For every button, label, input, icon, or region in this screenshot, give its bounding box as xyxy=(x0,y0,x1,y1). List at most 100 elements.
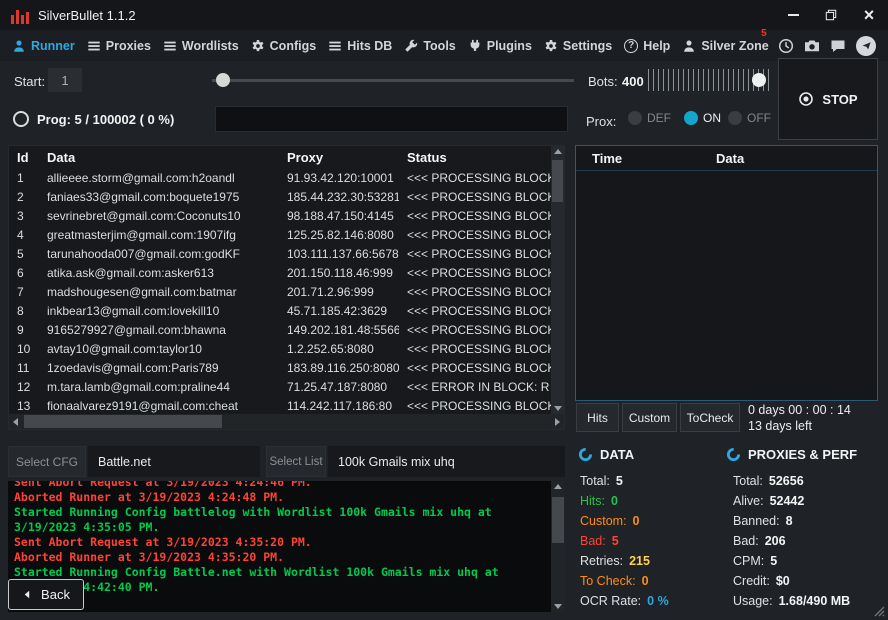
scroll-down-icon[interactable] xyxy=(554,406,562,411)
cell-proxy: 201.150.118.46:999 xyxy=(279,264,399,283)
table-row[interactable]: 4 greatmasterjim@gmail.com:1907ifg 125.2… xyxy=(9,226,551,245)
log-scrollbar[interactable] xyxy=(551,481,565,612)
question-icon xyxy=(624,39,638,53)
tab-tocheck-results[interactable]: ToCheck xyxy=(680,403,740,432)
column-header-data: Data xyxy=(716,146,744,170)
proxies-stats-title: PROXIES & PERF xyxy=(748,447,857,462)
cell-id: 9 xyxy=(9,321,39,340)
tab-help[interactable]: Help xyxy=(618,30,676,61)
tab-silver-zone[interactable]: 5 Silver Zone xyxy=(676,30,774,61)
stat-label: Bad: xyxy=(580,534,606,548)
proxy-mode-def-label: DEF xyxy=(647,111,671,125)
tab-tools[interactable]: Tools xyxy=(398,30,461,61)
stop-button[interactable]: STOP xyxy=(778,58,878,140)
cell-id: 12 xyxy=(9,378,39,397)
title-bar: SilverBullet 1.1.2 × xyxy=(0,0,888,30)
bots-slider[interactable] xyxy=(648,69,770,91)
tab-wordlists[interactable]: Wordlists xyxy=(157,30,245,61)
column-header-data: Data xyxy=(39,146,279,169)
stat-label: Total: xyxy=(733,474,763,488)
stat-value: 0 xyxy=(633,514,640,528)
results-horizontal-scrollbar[interactable] xyxy=(9,414,564,429)
stat-value: 5 xyxy=(612,534,619,548)
cell-status: <<< PROCESSING BLOCK xyxy=(399,169,551,188)
table-row[interactable]: 7 madshougesen@gmail.com:batmar 201.71.2… xyxy=(9,283,551,302)
timer-remaining: 13 days left xyxy=(748,418,851,434)
chat-icon[interactable] xyxy=(830,38,846,54)
scrollbar-thumb[interactable] xyxy=(24,415,222,428)
stat-row: Alive: 52442 xyxy=(733,491,850,511)
minimize-button[interactable] xyxy=(774,0,812,30)
scrollbar-thumb[interactable] xyxy=(552,497,564,543)
stat-row: Total: 52656 xyxy=(733,471,850,491)
table-row[interactable]: 5 tarunahooda007@gmail.com:godKF 103.111… xyxy=(9,245,551,264)
tab-settings[interactable]: Settings xyxy=(538,30,618,61)
stat-row: Credit: $0 xyxy=(733,571,850,591)
history-clock-icon[interactable] xyxy=(778,38,794,54)
table-row[interactable]: 8 inkbear13@gmail.com:lovekill10 45.71.1… xyxy=(9,302,551,321)
cell-data: allieeee.storm@gmail.com:h2oandl xyxy=(39,169,279,188)
tab-proxies[interactable]: Proxies xyxy=(81,30,157,61)
scroll-up-icon[interactable] xyxy=(554,484,562,489)
capture-grid-header: Time Data xyxy=(576,146,877,171)
cell-status: <<< PROCESSING BLOCK xyxy=(399,397,551,414)
table-row[interactable]: 13 fionaalvarez9191@gmail.com:cheat 114.… xyxy=(9,397,551,414)
stat-value: 0 % xyxy=(647,594,669,608)
proxy-mode-on[interactable]: ON xyxy=(684,111,721,125)
cell-proxy: 185.44.232.30:53281 xyxy=(279,188,399,207)
camera-icon[interactable] xyxy=(804,38,820,54)
results-vertical-scrollbar[interactable] xyxy=(551,146,564,414)
ring-chart-icon xyxy=(726,447,741,462)
table-row[interactable]: 10 avtay10@gmail.com:taylor10 1.2.252.65… xyxy=(9,340,551,359)
selected-wordlist-field[interactable]: 100k Gmails mix uhq xyxy=(328,446,565,477)
proxy-mode-off[interactable]: OFF xyxy=(728,111,771,125)
log-line: Started Running Config Battle.net with W… xyxy=(14,565,534,595)
cell-proxy: 201.71.2.96:999 xyxy=(279,283,399,302)
cell-status: <<< PROCESSING BLOCK xyxy=(399,283,551,302)
tab-plugins[interactable]: Plugins xyxy=(462,30,538,61)
table-row[interactable]: 3 sevrinebret@gmail.com:Coconuts10 98.18… xyxy=(9,207,551,226)
table-row[interactable]: 11 1zoedavis@gmail.com:Paris789 183.89.1… xyxy=(9,359,551,378)
runner-timer: 0 days 00 : 00 : 14 13 days left xyxy=(748,402,851,434)
notification-badge: 5 xyxy=(761,28,767,39)
gear-icon xyxy=(251,39,265,53)
telegram-send-icon[interactable] xyxy=(856,36,876,56)
log-line: Started Running Config battlelog with Wo… xyxy=(14,505,534,535)
cell-status: <<< ERROR IN BLOCK: R xyxy=(399,378,551,397)
scroll-left-icon[interactable] xyxy=(13,418,18,426)
start-slider-thumb[interactable] xyxy=(216,73,230,87)
scroll-right-icon[interactable] xyxy=(555,418,560,426)
selected-config-field[interactable]: Battle.net xyxy=(88,446,260,477)
cell-id: 4 xyxy=(9,226,39,245)
tab-hits-results[interactable]: Hits xyxy=(576,403,619,432)
table-row[interactable]: 9 9165279927@gmail.com:bhawna 149.202.18… xyxy=(9,321,551,340)
proxy-mode-def[interactable]: DEF xyxy=(628,111,671,125)
maximize-button[interactable] xyxy=(812,0,850,30)
stat-value: $0 xyxy=(776,574,790,588)
tab-custom-results[interactable]: Custom xyxy=(622,403,677,432)
start-input[interactable] xyxy=(48,68,82,92)
scrollbar-thumb[interactable] xyxy=(552,160,563,202)
scroll-up-icon[interactable] xyxy=(554,149,562,154)
table-row[interactable]: 12 m.tara.lamb@gmail.com:praline44 71.25… xyxy=(9,378,551,397)
scroll-down-icon[interactable] xyxy=(554,604,562,609)
cell-proxy: 183.89.116.250:8080 xyxy=(279,359,399,378)
close-button[interactable]: × xyxy=(850,0,888,30)
table-row[interactable]: 2 faniaes33@gmail.com:boquete1975 185.44… xyxy=(9,188,551,207)
cell-id: 1 xyxy=(9,169,39,188)
table-row[interactable]: 6 atika.ask@gmail.com:asker613 201.150.1… xyxy=(9,264,551,283)
table-row[interactable]: 1 allieeee.storm@gmail.com:h2oandl 91.93… xyxy=(9,169,551,188)
tab-configs[interactable]: Configs xyxy=(245,30,323,61)
select-config-button[interactable]: Select CFG xyxy=(8,446,86,477)
progress-radio[interactable] xyxy=(13,111,29,127)
resize-grip-icon[interactable] xyxy=(869,601,885,617)
list-icon xyxy=(163,39,177,53)
back-arrow-icon xyxy=(22,589,33,600)
tab-runner[interactable]: Runner xyxy=(6,30,81,61)
tab-hits-db[interactable]: Hits DB xyxy=(322,30,398,61)
select-wordlist-button[interactable]: Select List xyxy=(266,446,326,477)
cell-status: <<< PROCESSING BLOCK xyxy=(399,321,551,340)
back-button[interactable]: Back xyxy=(8,579,84,610)
bots-slider-thumb[interactable] xyxy=(752,73,766,87)
start-slider[interactable] xyxy=(212,79,574,82)
